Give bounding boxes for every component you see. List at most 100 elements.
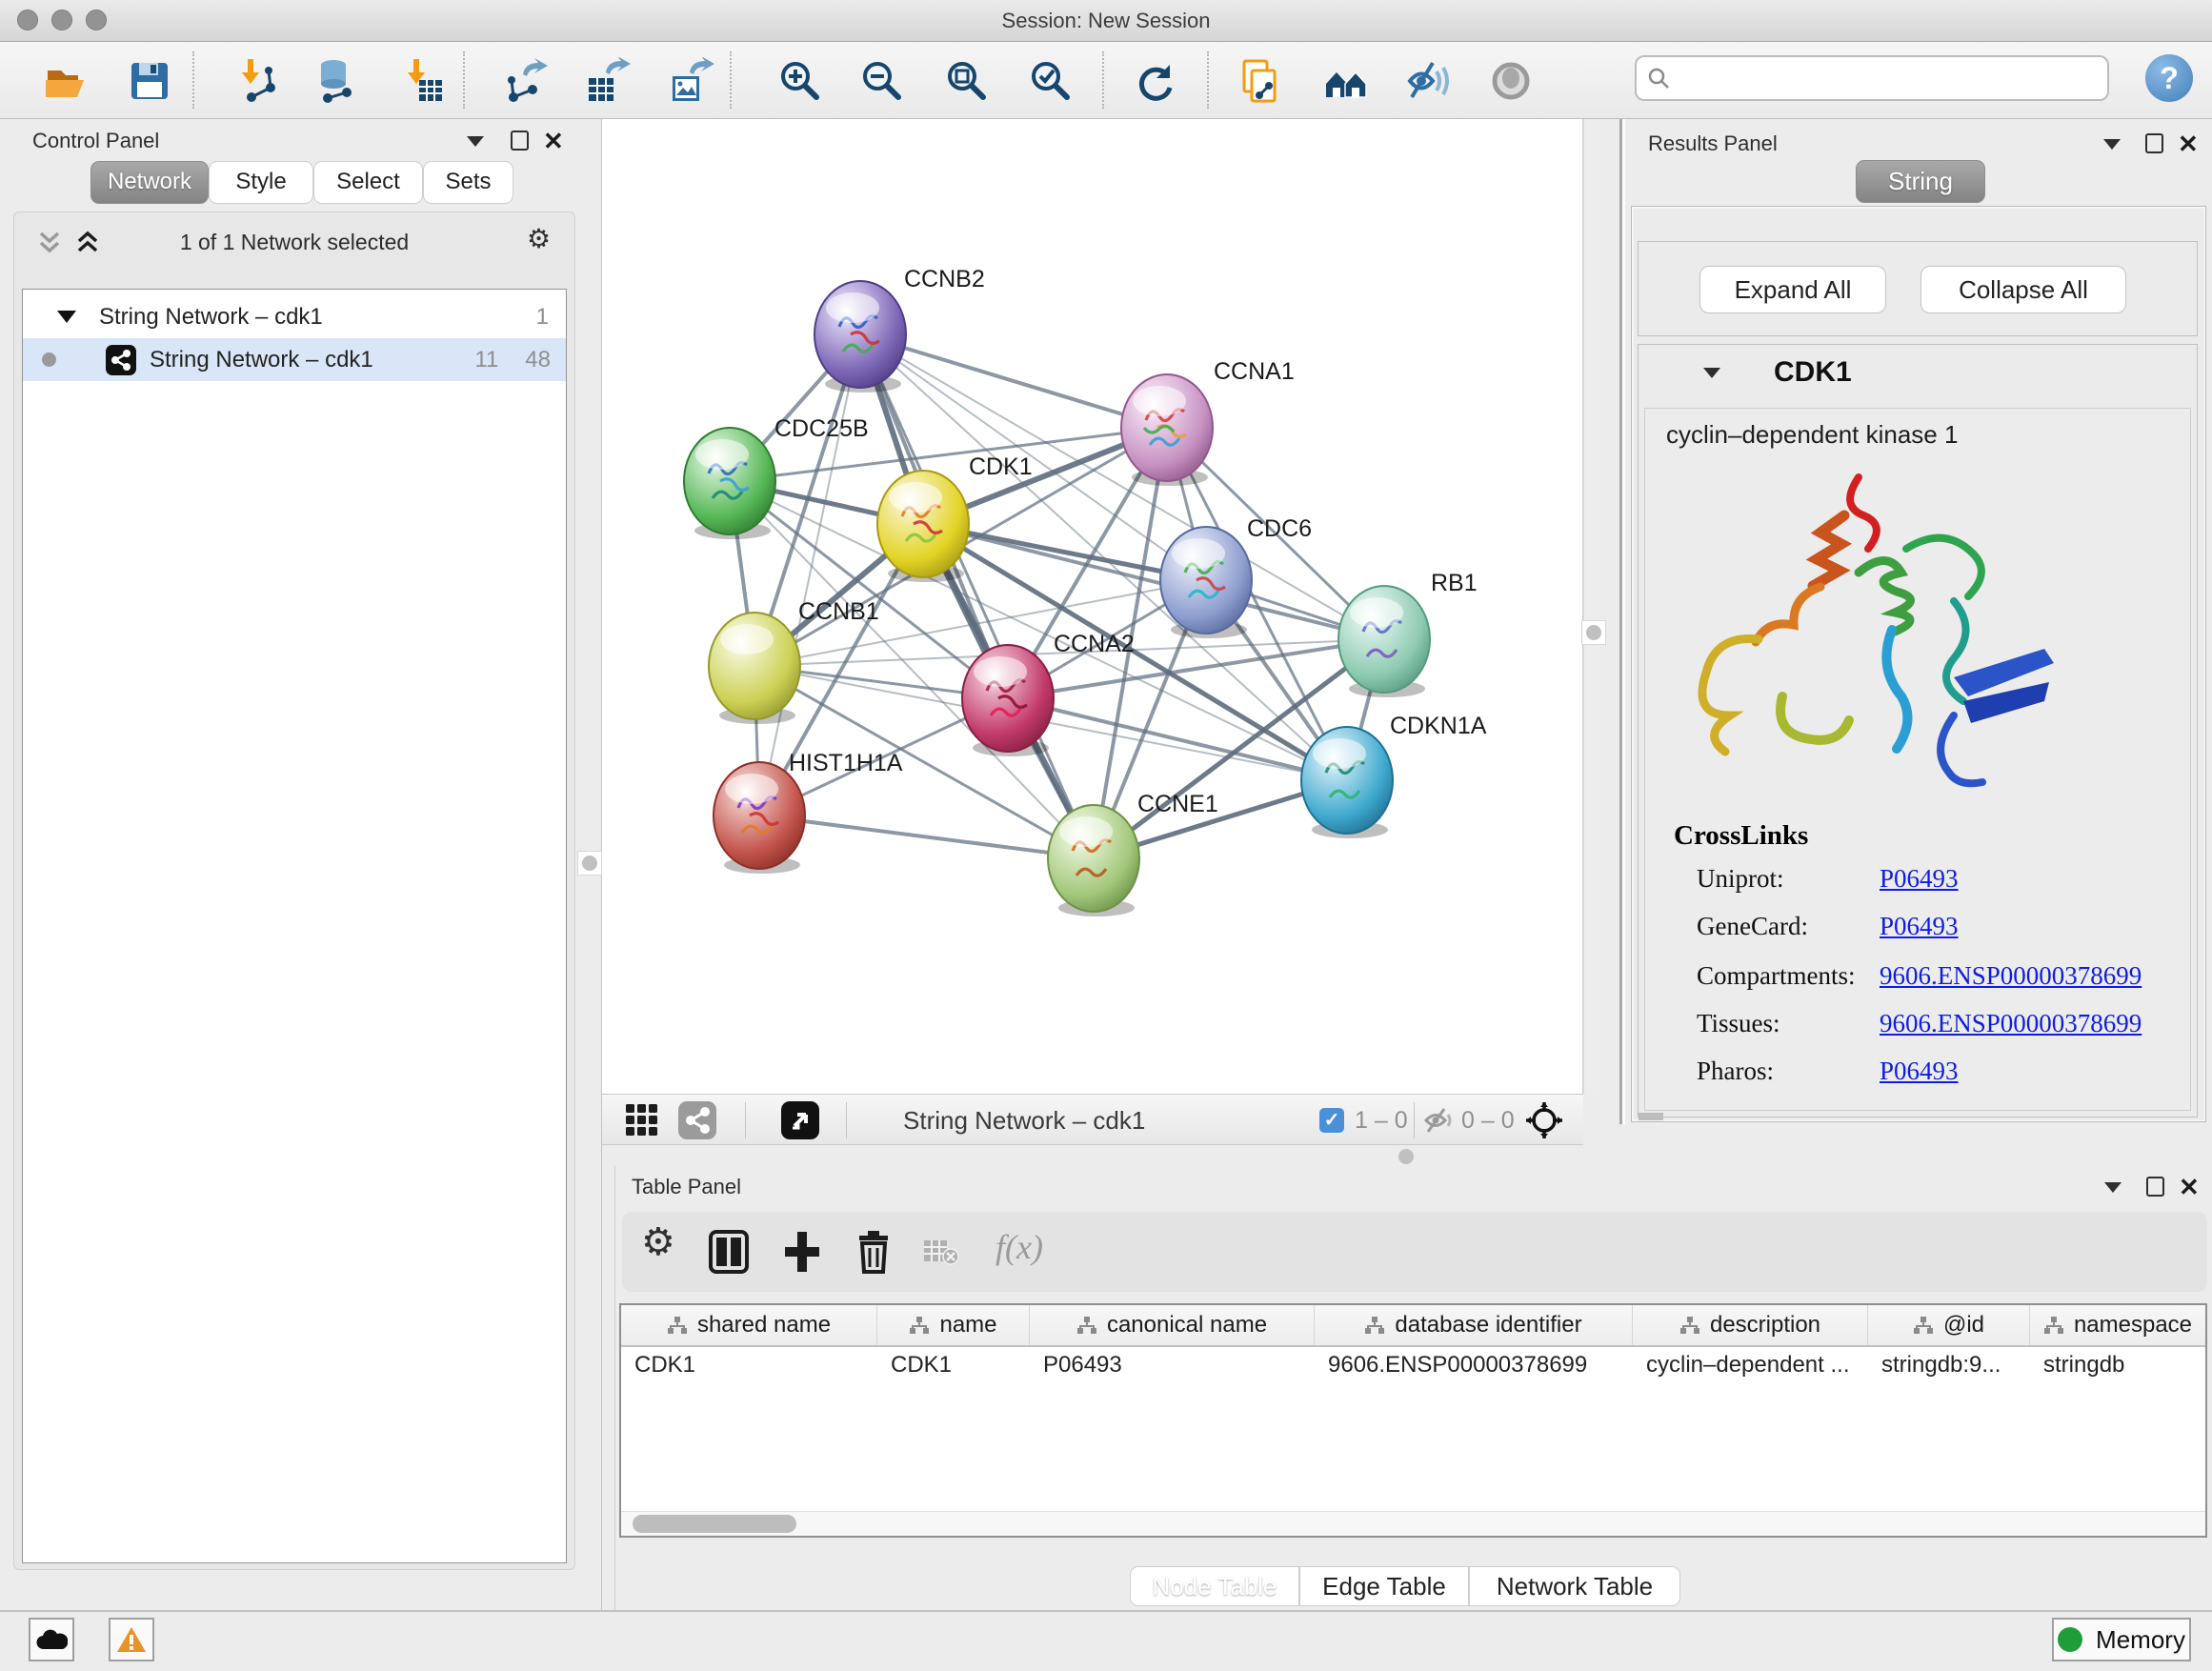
network-options-gear-icon[interactable]: ⚙: [527, 226, 551, 252]
tab-node-table[interactable]: Node Table: [1130, 1566, 1299, 1606]
memory-button[interactable]: Memory: [2052, 1618, 2191, 1661]
search-input[interactable]: [1671, 66, 2090, 91]
tab-select[interactable]: Select: [313, 161, 423, 204]
import-network-icon[interactable]: [234, 57, 282, 105]
scrollbar-thumb[interactable]: [633, 1515, 796, 1533]
results-panel-float-icon[interactable]: [2145, 133, 2163, 153]
cell-database-identifier[interactable]: 9606.ENSP00000378699: [1315, 1347, 1633, 1385]
tab-edge-table[interactable]: Edge Table: [1299, 1566, 1469, 1606]
save-session-icon[interactable]: [126, 57, 173, 105]
column-header[interactable]: shared name: [621, 1305, 877, 1345]
crosslink-compartments[interactable]: 9606.ENSP00000378699: [1880, 961, 2142, 991]
network-canvas[interactable]: CCNB2CCNA1CDC25BCDK1CDC6RB1CCNB1CCNA2CDK…: [602, 119, 1583, 1094]
table-panel-close-icon[interactable]: ✕: [2179, 1177, 2200, 1198]
node-label-CDC6: CDC6: [1247, 515, 1312, 542]
expand-all-button[interactable]: Expand All: [1699, 266, 1886, 313]
network-edge[interactable]: [923, 524, 1384, 639]
tab-style[interactable]: Style: [209, 161, 313, 204]
network-node-CCNB1[interactable]: [709, 613, 800, 724]
selected-checkbox-icon[interactable]: ✓: [1319, 1108, 1344, 1133]
tree-expand-icon[interactable]: [57, 311, 76, 323]
grid-view-icon[interactable]: [625, 1103, 659, 1137]
network-edge[interactable]: [759, 815, 1094, 858]
show-panels-icon[interactable]: [1487, 57, 1535, 105]
export-table-icon[interactable]: [583, 57, 631, 105]
cell-id[interactable]: stringdb:9...: [1868, 1347, 2030, 1385]
crosslink-genecard[interactable]: P06493: [1880, 912, 1959, 941]
results-scroll-nub[interactable]: [1639, 1113, 1663, 1120]
column-header[interactable]: name: [877, 1305, 1030, 1345]
network-node-HIST1H1A[interactable]: [714, 762, 805, 874]
table-panel-menu-icon[interactable]: [2104, 1182, 2122, 1193]
control-panel-menu-icon[interactable]: [467, 136, 484, 147]
crosslink-tissues[interactable]: 9606.ENSP00000378699: [1880, 1009, 2142, 1038]
column-header[interactable]: canonical name: [1030, 1305, 1315, 1345]
network-collection-row[interactable]: String Network – cdk1 1: [23, 295, 566, 338]
network-node-RB1[interactable]: [1338, 586, 1430, 697]
open-session-icon[interactable]: [42, 57, 90, 105]
cloud-status-button[interactable]: [29, 1618, 74, 1661]
tab-network[interactable]: Network: [90, 161, 209, 204]
column-header[interactable]: @id: [1868, 1305, 2030, 1345]
entry-collapse-icon[interactable]: [1703, 368, 1720, 378]
cell-namespace[interactable]: stringdb: [2030, 1347, 2205, 1385]
zoom-in-icon[interactable]: [776, 57, 824, 105]
column-header[interactable]: database identifier: [1315, 1305, 1633, 1345]
collapse-all-button[interactable]: Collapse All: [1920, 266, 2126, 313]
table-panel-float-icon[interactable]: [2146, 1177, 2164, 1197]
show-columns-icon[interactable]: [708, 1229, 750, 1275]
control-panel-float-icon[interactable]: [511, 131, 529, 151]
string-network-graph[interactable]: CCNB2CCNA1CDC25BCDK1CDC6RB1CCNB1CCNA2CDK…: [602, 119, 1583, 1094]
network-share-icon[interactable]: [678, 1101, 716, 1139]
delete-column-icon[interactable]: [855, 1229, 893, 1275]
network-node-CCNB2[interactable]: [814, 281, 906, 393]
right-splitter-handle[interactable]: [1581, 620, 1606, 645]
column-header[interactable]: description: [1633, 1305, 1868, 1345]
warning-status-button[interactable]: [109, 1618, 154, 1661]
crosslink-pharos[interactable]: P06493: [1880, 1057, 1959, 1086]
results-panel-close-icon[interactable]: ✕: [2178, 133, 2199, 154]
tab-string[interactable]: String: [1856, 160, 1985, 203]
left-splitter-handle[interactable]: [577, 851, 602, 876]
birdseye-toggle-icon[interactable]: [781, 1101, 819, 1139]
import-database-icon[interactable]: [312, 57, 360, 105]
cell-shared-name[interactable]: CDK1: [621, 1347, 877, 1385]
column-header[interactable]: namespace: [2030, 1305, 2205, 1345]
refresh-icon[interactable]: [1132, 57, 1179, 105]
horizontal-splitter[interactable]: [602, 1147, 2212, 1166]
copy-network-icon[interactable]: [1237, 57, 1284, 105]
help-button[interactable]: ?: [2145, 54, 2193, 102]
network-node-CCNE1[interactable]: [1048, 805, 1139, 916]
attribute-type-icon: [1076, 1316, 1097, 1335]
network-node-CDKN1A[interactable]: [1301, 727, 1393, 838]
birdseye-home-icon[interactable]: [1322, 57, 1370, 105]
table-row[interactable]: CDK1 CDK1 P06493 9606.ENSP00000378699 cy…: [621, 1347, 2205, 1385]
tab-sets[interactable]: Sets: [423, 161, 513, 204]
hide-panels-icon[interactable]: [1404, 57, 1452, 105]
add-column-icon[interactable]: [782, 1229, 822, 1275]
crosslink-uniprot[interactable]: P06493: [1880, 864, 1959, 894]
table-horizontal-scrollbar[interactable]: [621, 1511, 2205, 1536]
network-row-selected[interactable]: String Network – cdk1 11 48: [23, 338, 566, 381]
results-panel-menu-icon[interactable]: [2103, 139, 2121, 150]
zoom-out-icon[interactable]: [858, 57, 906, 105]
zoom-selected-icon[interactable]: [1027, 57, 1075, 105]
export-network-icon[interactable]: [500, 57, 548, 105]
table-settings-gear-icon[interactable]: ⚙: [641, 1229, 675, 1256]
crosshair-icon[interactable]: [1524, 1100, 1564, 1140]
tab-network-table[interactable]: Network Table: [1469, 1566, 1680, 1606]
network-edge[interactable]: [759, 334, 860, 815]
network-node-CDC25B[interactable]: [684, 428, 775, 539]
node-label-CCNB1: CCNB1: [798, 598, 879, 625]
cell-description[interactable]: cyclin–dependent ...: [1633, 1347, 1868, 1385]
zoom-fit-icon[interactable]: [943, 57, 991, 105]
import-table-icon[interactable]: [400, 57, 448, 105]
export-image-icon[interactable]: [667, 57, 714, 105]
cell-name[interactable]: CDK1: [877, 1347, 1030, 1385]
network-node-CCNA1[interactable]: [1121, 374, 1213, 486]
network-edge[interactable]: [860, 334, 1094, 858]
network-scrollbar[interactable]: [1583, 119, 1599, 1094]
control-panel-close-icon[interactable]: ✕: [543, 131, 564, 151]
cell-canonical-name[interactable]: P06493: [1030, 1347, 1315, 1385]
network-edge[interactable]: [860, 334, 1167, 428]
